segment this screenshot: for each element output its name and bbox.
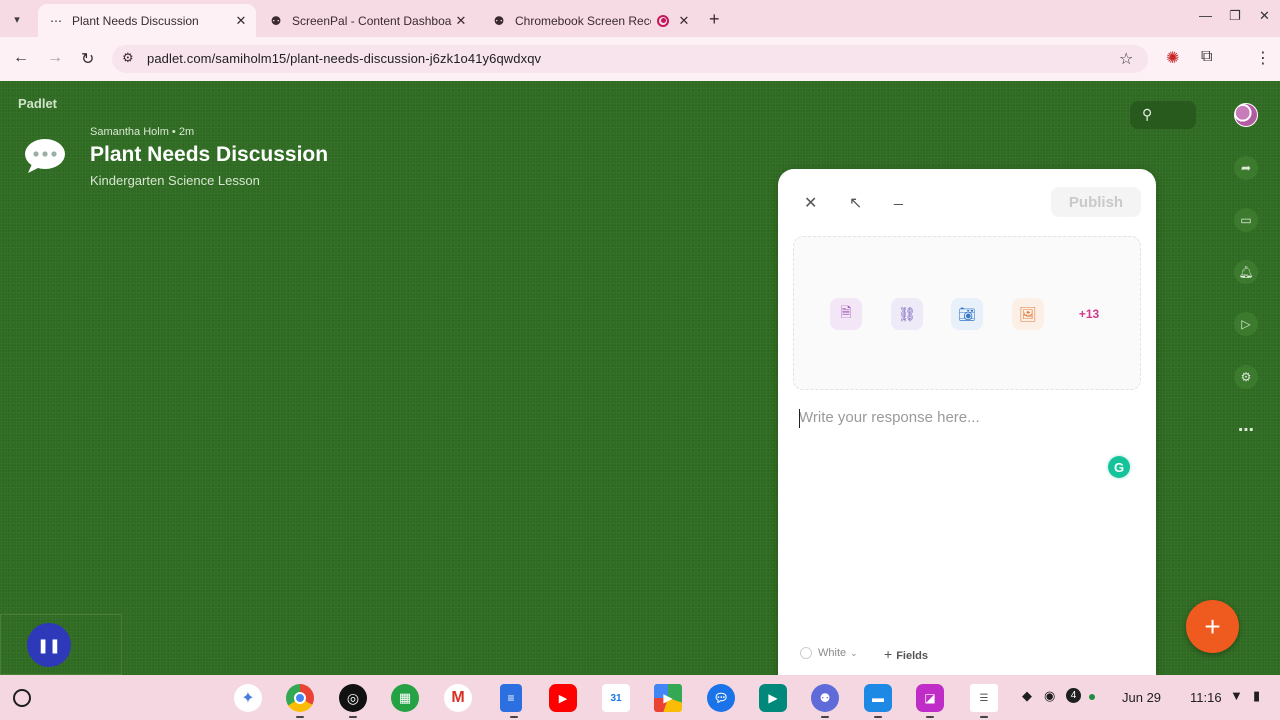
link-icon[interactable]: ⛓︎ [891,298,923,330]
file-upload-icon[interactable]: 🗎︎ [830,298,862,330]
add-post-button[interactable]: + [1186,600,1239,653]
notification-count-badge[interactable]: 4 [1066,688,1081,703]
user-avatar[interactable] [1234,103,1258,127]
layers-icon[interactable]: ◆ [1022,688,1032,704]
launcher-icon[interactable] [13,689,31,707]
screencast-app-icon[interactable]: ◎ [339,684,367,718]
tab-chromebook-screen-recorder[interactable]: ⚉ Chromebook Screen Recor ✕ [481,4,699,37]
screenpal-icon: ⚉ [493,13,505,28]
pause-recording-button[interactable]: ❚❚ [27,623,71,667]
tab-search-chevron-icon[interactable]: ▾ [6,8,28,30]
new-tab-button[interactable]: + [709,9,720,30]
chrome-icon[interactable] [286,684,314,718]
publish-button[interactable]: Publish [1051,187,1141,217]
battery-icon[interactable]: ▮ [1253,688,1260,704]
fields-label: Fields [896,650,928,662]
add-fields-button[interactable]: + Fields [884,646,928,662]
tab-title: Chromebook Screen Recor [515,13,651,28]
attachment-dropzone[interactable]: 🗎︎ ⛓︎ 📷︎ 🖼︎ +13 [793,236,1141,390]
wifi-icon[interactable]: ▼ [1230,688,1243,703]
settings-gear-icon[interactable]: ⚙ [1234,365,1258,389]
share-icon[interactable]: ➦ [1234,156,1258,180]
gemini-icon[interactable]: ✦ [234,684,262,712]
padlet-logo[interactable]: Padlet [18,96,57,111]
chromeos-shelf [0,675,1280,720]
docs-icon[interactable]: ≡ [500,684,522,718]
post-composer: ✕ ↖ _ Publish 🗎︎ ⛓︎ 📷︎ 🖼︎ +13 Write your… [778,169,1156,689]
extensions-puzzle-icon[interactable]: ⧉ [1201,48,1212,66]
files-icon[interactable]: ▬ [864,684,892,718]
calendar-icon[interactable]: 31 [602,684,630,712]
browser-menu-icon[interactable]: ⋮ [1255,48,1271,68]
search-icon: ⚲ [1142,106,1153,122]
screenpal-extension-icon[interactable]: ✺ [1166,48,1179,68]
apps-grid-icon[interactable]: ▦ [391,684,419,712]
close-tab-icon[interactable]: ✕ [675,13,693,29]
minimize-window-icon[interactable]: — [1199,8,1212,23]
chevron-down-icon: ⌄ [850,647,858,658]
grammarly-icon[interactable]: G [1108,456,1130,478]
meet-icon[interactable]: ▶ [759,684,787,712]
close-tab-icon[interactable]: ✕ [232,13,250,29]
url-text[interactable]: padlet.com/samiholm15/plant-needs-discus… [147,51,541,66]
image-search-icon[interactable]: 🖼︎ [1012,298,1044,330]
back-icon[interactable]: ← [13,49,29,67]
screenpal-app-icon[interactable]: ⚉ [811,684,839,718]
forward-icon[interactable]: → [47,49,63,67]
screen-record-icon[interactable]: ◉ [1044,688,1055,704]
chat-app-icon[interactable]: 💬︎ [707,684,735,712]
close-composer-icon[interactable]: ✕ [804,193,817,213]
board-title: Plant Needs Discussion [90,143,329,166]
gmail-icon[interactable]: M [444,684,472,712]
shelf-date[interactable]: Jun 29 [1122,690,1161,705]
padlet-icon: ⋯ [50,13,62,28]
chat-bubble-icon [25,139,65,173]
close-tab-icon[interactable]: ✕ [452,13,470,29]
slideshow-icon[interactable]: ▭ [1234,208,1258,232]
youtube-icon[interactable]: ▶ [549,684,577,712]
minimize-composer-icon[interactable]: _ [894,189,903,207]
restore-window-icon[interactable]: ❐ [1229,8,1241,24]
tab-plant-needs-discussion[interactable]: ⋯ Plant Needs Discussion ✕ [38,4,256,37]
play-store-icon[interactable]: ▶ [654,684,682,712]
tab-screenpal-dashboard[interactable]: ⚉ ScreenPal - Content Dashboard ✕ [258,4,476,37]
response-input[interactable]: Write your response here... [799,409,980,426]
clipboard-doc-icon[interactable]: ☰ [970,684,998,718]
board-author: Samantha Holm • 2m [90,126,195,138]
play-icon[interactable]: ▷ [1234,312,1258,336]
close-window-icon[interactable]: ✕ [1259,8,1270,24]
expand-composer-icon[interactable]: ↖ [849,193,862,213]
screenpal-icon: ⚉ [270,13,282,28]
color-swatch [800,647,812,659]
more-options-icon[interactable]: ⋯ [1234,418,1258,442]
camera-icon[interactable]: 📷︎ [951,298,983,330]
status-dot-icon [1089,694,1095,700]
notifications-bell-icon[interactable]: 🔔︎ [1234,260,1258,284]
tab-strip: ▾ ⋯ Plant Needs Discussion ✕ ⚉ ScreenPal… [0,0,1280,37]
post-color-select[interactable]: White ⌄ [800,647,858,659]
shelf-clock[interactable]: 11:16 [1190,690,1222,705]
reload-icon[interactable]: ↻ [81,49,94,69]
board-subtitle: Kindergarten Science Lesson [90,173,260,188]
more-attachments-button[interactable]: +13 [1073,298,1105,330]
board-search-button[interactable]: ⚲ [1130,101,1196,129]
site-info-icon[interactable]: ⚙ [122,50,134,66]
tab-title: ScreenPal - Content Dashboard [292,13,452,28]
padlet-app-icon[interactable]: ◪ [916,684,944,718]
recording-indicator-icon [657,14,669,27]
post-color-label: White [818,647,847,659]
plus-icon: + [884,646,893,662]
bookmark-star-icon[interactable]: ☆ [1119,49,1133,69]
text-caret [799,409,800,428]
tab-title: Plant Needs Discussion [72,13,199,28]
